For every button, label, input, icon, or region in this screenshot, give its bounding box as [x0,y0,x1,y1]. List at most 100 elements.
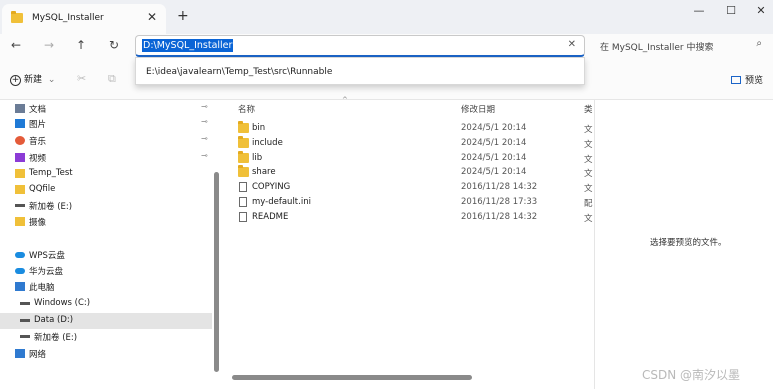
search-box[interactable]: 在 MySQL_Installer 中搜索 ⌕ [590,35,770,57]
pin-icon: ⊸ [201,151,208,160]
network-icon [15,349,25,358]
documents-icon [15,104,25,113]
folder-icon [238,135,249,148]
cloud-icon [15,268,25,274]
file-name: include [252,137,283,148]
new-tab-button[interactable]: + [177,8,189,24]
pin-icon: ⊸ [201,134,208,143]
sidebar-item-label: 此电脑 [29,283,55,293]
column-header-date[interactable]: 修改日期 [461,103,495,115]
sidebar-item[interactable]: 此电脑 [0,279,212,295]
tab-close-button[interactable]: ✕ [147,10,157,24]
copy-icon[interactable]: ⧉ [108,72,116,86]
sidebar-item[interactable]: 视频 ⊸ [0,150,212,166]
refresh-button[interactable]: ↻ [109,38,119,52]
minimize-button[interactable]: — [684,4,714,17]
file-list: ^ 名称 修改日期 类 bin 2024/5/1 20:14 文 include 202… [224,96,594,389]
sidebar-item[interactable]: Temp_Test [0,166,212,182]
sidebar-item[interactable]: 图片 ⊸ [0,116,212,132]
file-name: README [252,211,289,222]
file-type: 文 [584,154,593,165]
drive-icon [20,302,30,305]
sidebar-item-label: Windows (C:) [34,298,91,308]
file-row[interactable]: include 2024/5/1 20:14 文 [224,135,594,151]
file-row[interactable]: COPYING 2016/11/28 14:32 文 [224,180,594,195]
search-placeholder: 在 MySQL_Installer 中搜索 [600,43,714,53]
sidebar-item[interactable]: 网络 [0,346,212,362]
forward-button[interactable]: → [44,38,54,52]
file-type: 配 [584,199,593,209]
file-name: COPYING [252,182,291,193]
pin-icon: ⊸ [201,117,208,126]
file-date: 2016/11/28 17:33 [461,197,538,207]
sidebar-item[interactable]: 文档 ⊸ [0,101,212,117]
address-suggestion-item[interactable]: E:\idea\javalearn\Temp_Test\src\Runnable [146,67,332,77]
sidebar-item-label: WPS云盘 [29,251,65,261]
folder-icon [15,169,25,178]
cut-icon[interactable]: ✂ [77,72,86,85]
tab-mysql-installer[interactable]: MySQL_Installer ✕ [2,4,166,34]
sidebar-item[interactable]: QQfile [0,182,212,198]
pin-icon: ⊸ [201,102,208,111]
back-button[interactable]: ← [11,38,21,52]
maximize-button[interactable]: ☐ [716,4,746,17]
file-date: 2024/5/1 20:14 [461,137,527,148]
file-row[interactable]: bin 2024/5/1 20:14 文 [224,121,594,136]
column-header-type[interactable]: 类 [584,103,593,115]
folder-icon [11,11,23,23]
sidebar-item-label: 新加卷 (E:) [34,333,78,343]
file-date: 2024/5/1 20:14 [461,123,527,133]
sidebar-item-label: 网络 [29,350,47,360]
up-button[interactable]: ↑ [76,38,86,52]
horizontal-scrollbar[interactable] [232,375,472,380]
preview-button[interactable]: 预览 [731,73,763,86]
cloud-icon [15,252,25,258]
search-icon[interactable]: ⌕ [756,38,762,49]
folder-icon [238,165,249,178]
sidebar-item[interactable]: WPS云盘 [0,247,212,263]
file-date: 2016/11/28 14:32 [461,182,538,193]
file-row[interactable]: lib 2024/5/1 20:14 文 [224,150,594,166]
videos-icon [15,153,25,162]
settings-file-icon [239,197,247,207]
file-type: 文 [584,139,593,150]
folder-icon [238,121,249,133]
sidebar-item[interactable]: 音乐 ⊸ [0,133,212,149]
new-button[interactable]: + 新建 ⌄ [10,72,55,86]
address-input[interactable]: D:\MySQL_Installer [142,39,234,52]
sidebar-item-label: 视频 [29,154,47,164]
plus-icon: + [10,75,21,86]
sidebar-item[interactable]: 摄像 [0,214,212,230]
sidebar-item[interactable]: 新加卷 (E:) [0,329,212,345]
sidebar-item[interactable]: Windows (C:) [0,296,212,312]
sidebar-item-label: 文档 [29,105,47,115]
file-row[interactable]: my-default.ini 2016/11/28 17:33 配 [224,195,594,210]
folder-icon [15,217,25,226]
preview-pane: 选择要预览的文件。 [595,100,773,389]
clear-address-icon[interactable]: ✕ [568,39,576,50]
sidebar-item-label: 华为云盘 [29,267,64,277]
drive-icon [20,319,30,322]
file-row[interactable]: share 2024/5/1 20:14 文 [224,165,594,180]
sidebar-item[interactable]: Data (D:) [0,313,212,329]
nav-scrollbar[interactable] [214,172,219,372]
column-header-name[interactable]: 名称 [238,103,255,115]
sidebar-item-label: 新加卷 (E:) [29,202,73,212]
sidebar-item-label: QQfile [29,184,56,194]
file-type: 文 [584,213,593,224]
sidebar-item-label: 音乐 [29,137,47,147]
file-name: bin [252,123,266,133]
sidebar-item[interactable]: 华为云盘 [0,263,212,279]
file-icon [239,182,247,193]
file-name: share [252,167,276,178]
computer-icon [15,282,25,291]
sidebar-item-label: 摄像 [29,218,47,228]
file-date: 2024/5/1 20:14 [461,152,527,163]
file-row[interactable]: README 2016/11/28 14:32 文 [224,210,594,225]
address-bar[interactable]: D:\MySQL_Installer ✕ [135,35,585,57]
close-window-button[interactable]: ✕ [746,4,773,17]
sidebar-item[interactable]: 新加卷 (E:) [0,198,212,214]
sort-indicator-icon: ^ [342,96,348,104]
watermark: CSDN @南汐以墨 [642,368,741,382]
file-date: 2024/5/1 20:14 [461,167,527,178]
